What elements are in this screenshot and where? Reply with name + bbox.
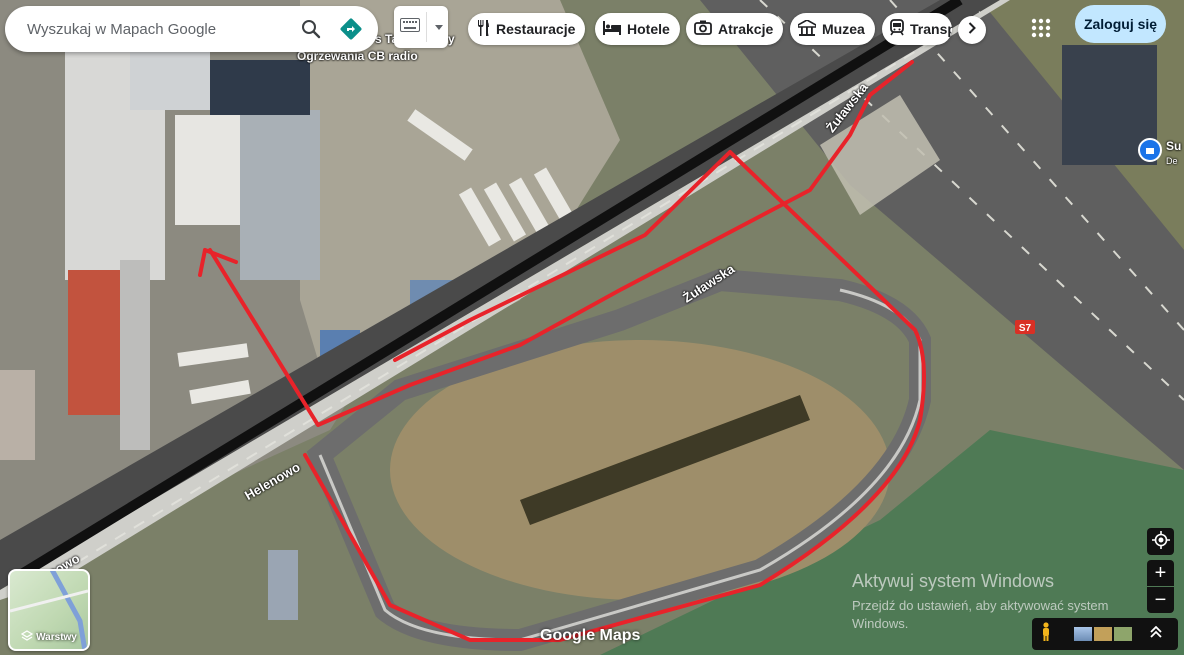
category-chip-muzea[interactable]: Muzea — [790, 13, 875, 45]
layers-button[interactable]: Warstwy — [8, 569, 90, 651]
chips-next-button[interactable] — [958, 16, 986, 44]
apps-grid-icon[interactable] — [1028, 15, 1054, 41]
poi-label-partial-end: y — [448, 32, 455, 46]
search-box[interactable]: Wyszukaj w Mapach Google — [5, 6, 378, 52]
category-label: Atrakcje — [718, 21, 774, 37]
windows-activation-subtitle: Przejdź do ustawień, aby aktywować syste… — [852, 598, 1109, 631]
right-poi-label[interactable]: Su — [1166, 139, 1181, 153]
right-poi-label-2: De — [1166, 156, 1178, 166]
directions-icon[interactable] — [338, 16, 364, 42]
zoom-in-button[interactable]: + — [1147, 560, 1174, 586]
train-icon — [890, 19, 910, 39]
layers-icon — [20, 630, 34, 645]
search-input[interactable]: Wyszukaj w Mapach Google — [27, 21, 298, 38]
category-chip-hotele[interactable]: Hotele — [595, 13, 680, 45]
museum-icon — [797, 18, 822, 39]
category-chip-restauracje[interactable]: Restauracje — [468, 13, 586, 45]
category-label: Muzea — [822, 21, 865, 37]
input-tools-button[interactable] — [394, 6, 448, 48]
signin-button[interactable]: Zaloguj się — [1075, 5, 1166, 43]
camera-icon — [694, 20, 718, 38]
windows-activation-title: Aktywuj system Windows — [852, 571, 1055, 591]
bed-icon — [603, 20, 627, 38]
highway-badge: S7 — [1019, 323, 1032, 334]
chevron-right-icon — [968, 21, 976, 39]
search-icon[interactable] — [298, 16, 324, 42]
my-location-icon — [1151, 530, 1170, 553]
my-location-button[interactable] — [1147, 528, 1174, 555]
category-chip-atrakcje[interactable]: Atrakcje — [686, 13, 784, 45]
satellite-map[interactable]: S7 — [0, 0, 1184, 655]
category-label: Hotele — [627, 21, 670, 37]
category-label: Transp — [910, 21, 952, 37]
google-maps-logo: Google Maps — [540, 627, 641, 644]
layers-label: Warstwy — [36, 632, 77, 643]
dropdown-arrow-icon[interactable] — [435, 18, 443, 36]
category-chip-transport[interactable]: Transp — [882, 13, 952, 45]
keyboard-icon — [400, 17, 420, 37]
category-label: Restauracje — [496, 21, 576, 37]
fork-knife-icon — [476, 19, 496, 39]
